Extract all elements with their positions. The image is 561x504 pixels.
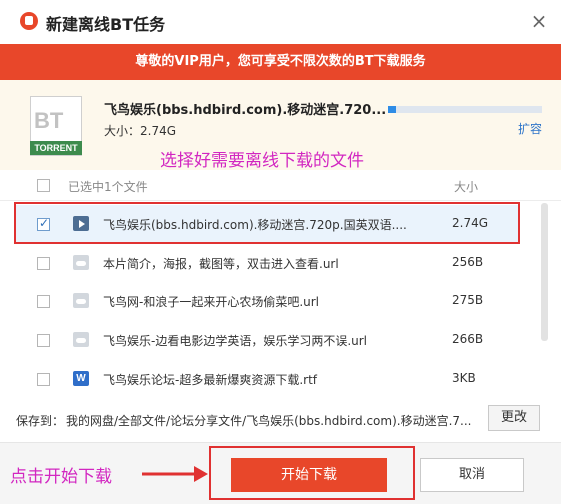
quota-progress-bar bbox=[388, 106, 542, 113]
file-checkbox[interactable] bbox=[37, 295, 50, 308]
word-file-icon: W bbox=[73, 371, 89, 386]
save-path: 我的网盘/全部文件/论坛分享文件/飞鸟娱乐(bbs.hdbird.com).移动… bbox=[66, 414, 472, 428]
url-file-icon bbox=[73, 255, 89, 270]
window-title: 新建离线BT任务 bbox=[46, 15, 166, 34]
file-size: 266B bbox=[452, 332, 484, 346]
task-name: 飞鸟娱乐(bbs.hdbird.com).移动迷宫.720... bbox=[104, 103, 387, 118]
file-list-scrollbar[interactable] bbox=[541, 203, 548, 341]
task-size: 大小：2.74G bbox=[104, 124, 177, 138]
file-name: 飞鸟娱乐论坛-超多最新爆爽资源下载.rtf bbox=[103, 373, 318, 387]
bt-icon-label: BT bbox=[34, 108, 64, 133]
annotation-arrow-icon bbox=[142, 466, 208, 482]
url-file-icon bbox=[73, 293, 89, 308]
torrent-badge: TORRENT bbox=[30, 141, 82, 155]
file-row[interactable]: 飞鸟网-和浪子一起来开心农场偷菜吧.url 275B bbox=[14, 282, 520, 320]
selected-row-highlight-box bbox=[14, 202, 520, 244]
file-name: 飞鸟网-和浪子一起来开心农场偷菜吧.url bbox=[103, 295, 320, 309]
file-size: 275B bbox=[452, 293, 484, 307]
change-path-button[interactable]: 更改 bbox=[488, 405, 540, 431]
file-name: 本片简介，海报，截图等，双击进入查看.url bbox=[103, 257, 339, 271]
annotation-select-files: 选择好需要离线下载的文件 bbox=[160, 151, 364, 171]
file-row[interactable]: 飞鸟娱乐-边看电影边学英语，娱乐学习两不误.url 266B bbox=[14, 321, 520, 359]
vip-banner: 尊敬的VIP用户，您可享受不限次数的BT下载服务 bbox=[0, 44, 561, 80]
file-size: 256B bbox=[452, 255, 484, 269]
quota-progress-fill bbox=[388, 106, 396, 113]
file-name: 飞鸟娱乐-边看电影边学英语，娱乐学习两不误.url bbox=[103, 334, 368, 348]
close-icon[interactable]: × bbox=[528, 10, 550, 32]
file-row[interactable]: 本片简介，海报，截图等，双击进入查看.url 256B bbox=[14, 244, 520, 282]
app-logo-icon bbox=[20, 12, 38, 30]
cancel-button[interactable]: 取消 bbox=[420, 458, 524, 492]
save-to-label: 保存到： bbox=[16, 414, 65, 428]
file-checkbox[interactable] bbox=[37, 373, 50, 386]
start-button-highlight-box bbox=[209, 446, 415, 500]
url-file-icon bbox=[73, 332, 89, 347]
size-column-header: 大小 bbox=[454, 180, 479, 194]
file-checkbox[interactable] bbox=[37, 334, 50, 347]
file-row[interactable]: W 飞鸟娱乐论坛-超多最新爆爽资源下载.rtf 3KB bbox=[14, 360, 520, 398]
annotation-click-start: 点击开始下载 bbox=[10, 467, 112, 487]
expand-capacity-link[interactable]: 扩容 bbox=[518, 120, 542, 137]
file-size: 3KB bbox=[452, 371, 476, 385]
file-checkbox[interactable] bbox=[37, 257, 50, 270]
selected-count-label: 已选中1个文件 bbox=[68, 180, 148, 194]
select-all-checkbox[interactable] bbox=[37, 179, 50, 192]
